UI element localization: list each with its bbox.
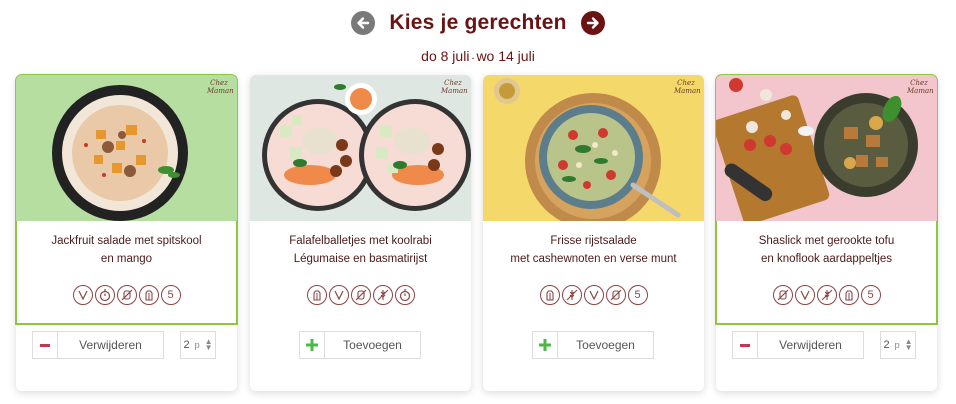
page-title: Kies je gerechten xyxy=(389,11,567,34)
quantity-select[interactable]: 2p ▲ ▼ xyxy=(880,331,916,359)
grain-free-icon xyxy=(372,285,393,305)
diet-icons: 5 xyxy=(716,285,937,305)
stepper-arrows-icon: ▲ ▼ xyxy=(204,337,213,352)
card-actions: Toevoegen xyxy=(250,331,471,363)
meal-name-line2: met cashewnoten en verse munt xyxy=(510,253,677,265)
meal-name-line1: Falafelballetjes met koolrabi xyxy=(289,235,432,247)
timer-icon xyxy=(94,285,115,305)
meal-photo: Chez Maman xyxy=(250,75,471,221)
meal-card[interactable]: Chez Maman Shaslick met gerookte tofu en k… xyxy=(715,74,938,391)
add-button[interactable]: Toevoegen xyxy=(299,331,421,359)
meal-name-line1: Jackfruit salade met spitskool xyxy=(51,235,202,247)
meal-card-body[interactable]: Chez Maman Shaslick met gerookte tofu en k… xyxy=(715,74,938,325)
meal-name: Frisse rijstsalade met cashewnoten en ver… xyxy=(491,232,696,268)
gluten-free-icon xyxy=(605,285,626,305)
vegan-icon xyxy=(794,285,815,305)
vegan-icon xyxy=(72,285,93,305)
next-week-button[interactable] xyxy=(580,11,605,35)
portion-count-badge: 5 xyxy=(627,285,648,305)
meal-name-line2: Légumaise en basmatirijst xyxy=(293,253,428,265)
gluten-free-icon xyxy=(350,285,371,305)
add-label: Toevoegen xyxy=(343,338,402,352)
remove-label: Verwijderen xyxy=(79,338,142,352)
quantity-unit: p xyxy=(194,340,200,350)
meal-name-line1: Shaslick met gerookte tofu xyxy=(758,235,895,247)
prev-week-button[interactable] xyxy=(351,11,376,35)
brand-logo: Chez Maman xyxy=(674,79,701,95)
diet-icons: 5 xyxy=(16,285,237,305)
minus-icon xyxy=(33,332,58,358)
meal-name-line2: en mango xyxy=(100,253,153,265)
meal-card[interactable]: Chez Maman Frisse rijstsalade met cashewno… xyxy=(483,75,704,391)
grain-free-icon xyxy=(816,285,837,305)
minus-icon xyxy=(733,332,758,358)
portion-count-badge: 5 xyxy=(160,285,181,305)
brand-logo: Chez Maman xyxy=(207,79,234,95)
vegan-icon xyxy=(583,285,604,305)
quantity-select[interactable]: 2p ▲ ▼ xyxy=(180,331,216,359)
meal-card-body[interactable]: Chez Maman Falafelballetjes met koolrabi L… xyxy=(250,75,471,324)
lactose-free-icon xyxy=(138,285,159,305)
week-sep: - xyxy=(471,53,475,63)
add-label: Toevoegen xyxy=(576,338,635,352)
portion-count-badge: 5 xyxy=(860,285,881,305)
card-actions: Verwijderen 2p ▲ ▼ xyxy=(716,331,937,363)
meal-card[interactable]: Chez Maman Falafelballetjes met koolrabi L… xyxy=(250,75,471,391)
lactose-free-icon xyxy=(306,285,327,305)
plus-icon xyxy=(300,332,325,358)
meal-name-line2: en knoflook aardappeltjes xyxy=(760,253,893,265)
gluten-free-icon xyxy=(772,285,793,305)
meal-name-line1: Frisse rijstsalade xyxy=(550,235,637,247)
quantity-value: 2 xyxy=(883,339,890,351)
grain-free-icon xyxy=(561,285,582,305)
plus-icon xyxy=(533,332,558,358)
meal-photo: Chez Maman xyxy=(483,75,704,221)
remove-button[interactable]: Verwijderen xyxy=(732,331,864,359)
timer-icon xyxy=(394,285,415,305)
brand-logo: Chez Maman xyxy=(907,79,934,95)
arrow-right-icon xyxy=(586,17,599,29)
week-end: wo 14 juli xyxy=(476,48,535,64)
lactose-free-icon xyxy=(539,285,560,305)
card-actions: Toevoegen xyxy=(483,331,704,363)
gluten-free-icon xyxy=(116,285,137,305)
meal-card-body[interactable]: Chez Maman Frisse rijstsalade met cashewno… xyxy=(483,75,704,324)
meal-photo: Chez Maman xyxy=(716,75,937,221)
brand-logo: Chez Maman xyxy=(441,79,468,95)
quantity-unit: p xyxy=(894,340,900,350)
vegan-icon xyxy=(328,285,349,305)
diet-icons: 5 xyxy=(483,285,704,305)
card-actions: Verwijderen 2p ▲ ▼ xyxy=(16,331,237,363)
meal-name: Shaslick met gerookte tofu en knoflook aa… xyxy=(724,232,929,268)
meal-name: Falafelballetjes met koolrabi Légumaise e… xyxy=(258,232,463,268)
week-range: do 8 juli - wo 14 juli xyxy=(0,48,956,64)
week-header: Kies je gerechten xyxy=(0,6,956,40)
add-button[interactable]: Toevoegen xyxy=(532,331,654,359)
quantity-value: 2 xyxy=(183,339,190,351)
diet-icons xyxy=(250,285,471,305)
meal-card[interactable]: Chez Maman Jackfruit salade met spitskool… xyxy=(15,74,238,391)
meal-card-body[interactable]: Chez Maman Jackfruit salade met spitskool… xyxy=(15,74,238,325)
stepper-arrows-icon: ▲ ▼ xyxy=(904,337,913,352)
remove-label: Verwijderen xyxy=(779,338,842,352)
meal-name: Jackfruit salade met spitskool en mango xyxy=(24,232,229,268)
remove-button[interactable]: Verwijderen xyxy=(32,331,164,359)
lactose-free-icon xyxy=(838,285,859,305)
week-start: do 8 juli xyxy=(421,48,470,64)
meal-photo: Chez Maman xyxy=(16,75,237,221)
arrow-left-icon xyxy=(357,17,370,29)
